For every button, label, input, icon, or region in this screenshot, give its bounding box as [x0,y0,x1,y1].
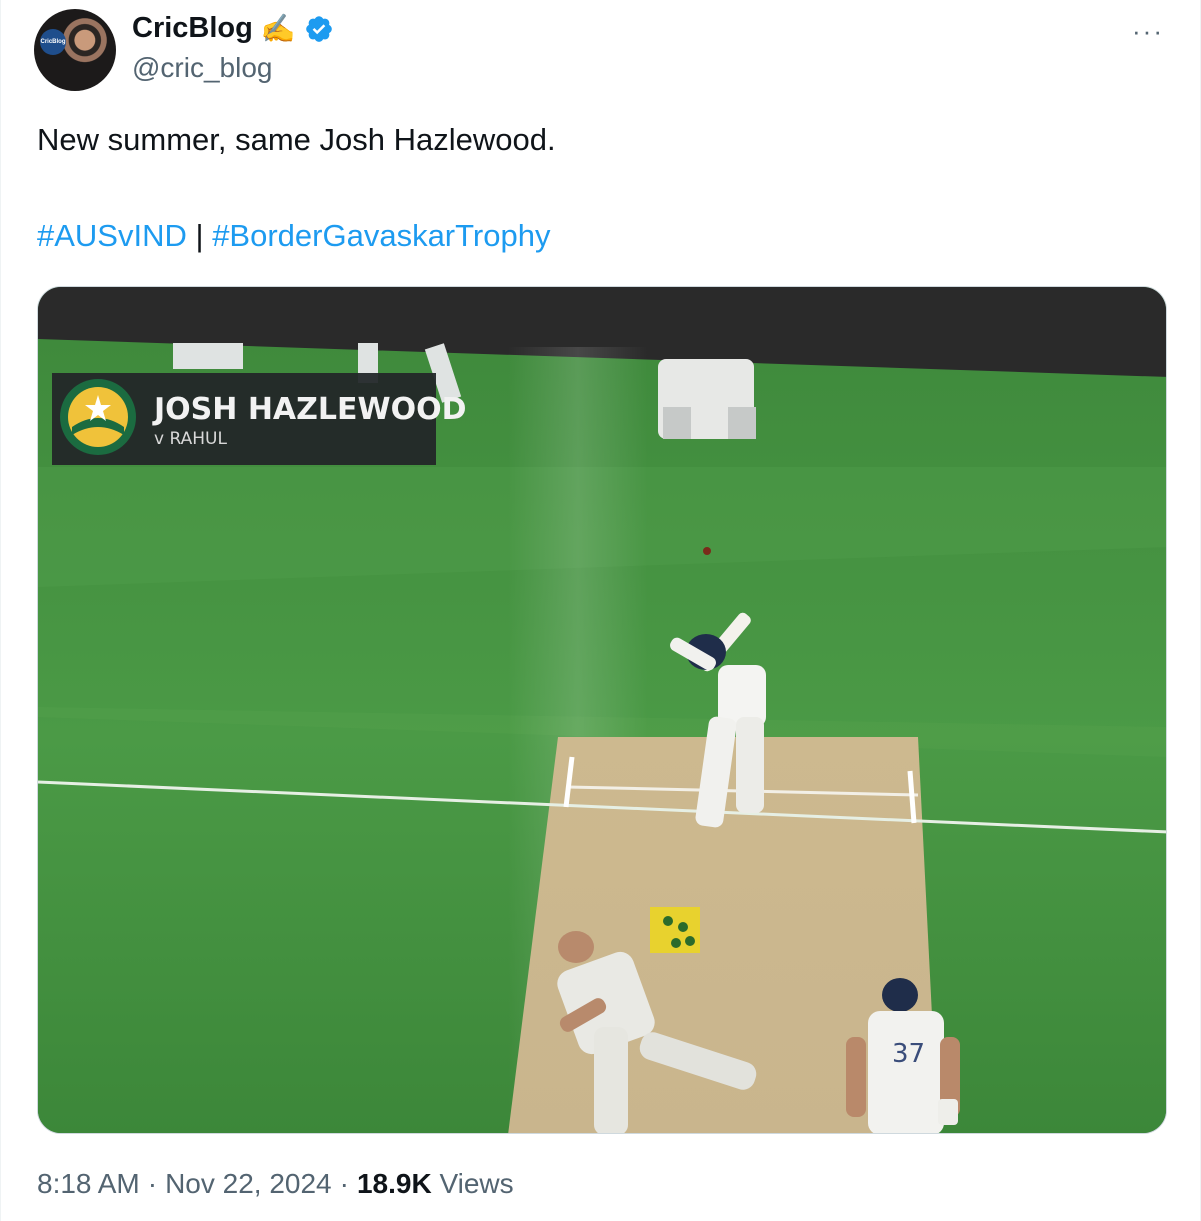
tweet-date[interactable]: Nov 22, 2024 [165,1168,332,1200]
hashtag-ausvind[interactable]: #AUSvIND [37,218,187,253]
player-name-graphic: JOSH HAZLEWOOD v RAHUL [52,373,467,465]
tweet-card: CricBlog CricBlog ✍️ @cric_blog ··· New … [0,0,1201,1221]
graphic-opponent: v RAHUL [154,429,227,449]
graphic-player-name: JOSH HAZLEWOOD [152,392,467,427]
views[interactable]: 18.9K Views [357,1168,514,1200]
author-handle[interactable]: @cric_blog [132,52,272,84]
author-name-row: CricBlog ✍️ [132,12,334,45]
avatar[interactable]: CricBlog [34,9,116,91]
more-options-icon[interactable]: ··· [1132,16,1164,47]
verified-badge-icon [305,15,332,42]
meta-separator: · [147,1168,158,1199]
hashtag-line: #AUSvIND | #BorderGavaskarTrophy [37,218,550,254]
hashtag-bordergavaskartrophy[interactable]: #BorderGavaskarTrophy [212,218,550,253]
views-label: Views [439,1168,514,1199]
hashtag-separator: | [195,218,204,253]
tweet-media[interactable]: 37 JOSH HAZLEWOOD v RAHUL [37,286,1167,1134]
cricket-ball [703,547,711,555]
tweet-time[interactable]: 8:18 AM [37,1168,140,1200]
avatar-logo: CricBlog [40,29,66,55]
display-name[interactable]: CricBlog [132,12,253,45]
tweet-text: New summer, same Josh Hazlewood. [37,122,556,157]
tweet-meta: 8:18 AM · Nov 22, 2024 · 18.9K Views [37,1168,514,1200]
cricket-broadcast-image: 37 JOSH HAZLEWOOD v RAHUL [38,287,1166,1133]
writing-hand-emoji: ✍️ [260,12,296,44]
meta-separator: · [339,1168,349,1199]
jersey-number: 37 [892,1039,925,1069]
views-count: 18.9K [356,1168,432,1199]
